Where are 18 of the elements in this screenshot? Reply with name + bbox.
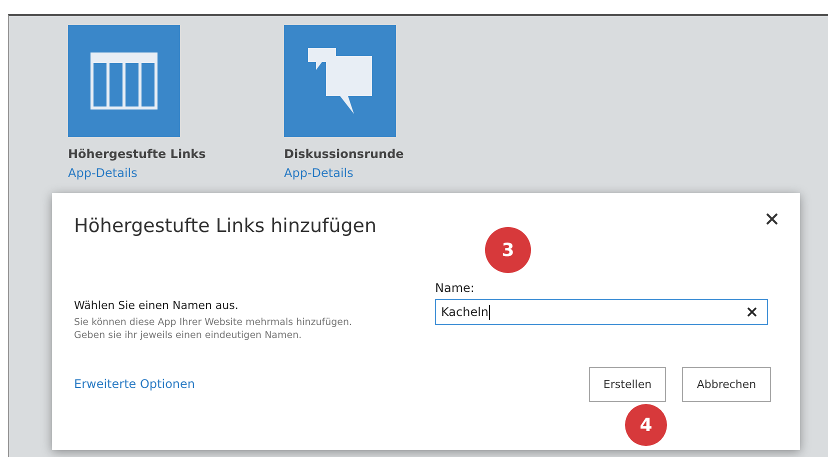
app-tile[interactable] — [284, 25, 396, 137]
speech-bubbles-icon — [306, 46, 374, 116]
name-field[interactable]: Kacheln — [435, 299, 768, 325]
callout-number: 3 — [485, 227, 531, 273]
callout-number: 4 — [625, 404, 667, 446]
clear-icon[interactable] — [747, 307, 757, 317]
dialog-title: Höhergestufte Links hinzufügen — [74, 215, 377, 237]
dialog-button[interactable]: Erstellen — [589, 366, 666, 402]
dialog-button[interactable]: Abbrechen — [682, 366, 771, 402]
instruction-heading: Wählen Sie einen Namen aus. — [74, 299, 240, 312]
close-icon[interactable] — [766, 213, 778, 225]
app-title: Diskussionsrunde — [284, 147, 405, 161]
instruction-text: Sie können diese App Ihrer Website mehrmals hinzufügen. Geben sie ihr jeweils einen eindeutigen Namen. — [74, 316, 354, 343]
advanced-options-link[interactable]: Erweiterte Optionen — [74, 377, 196, 392]
app-title: Höhergestufte Links — [68, 147, 207, 161]
table-icon — [90, 52, 158, 110]
app-tile[interactable] — [68, 25, 180, 137]
field-label: Name: — [435, 281, 476, 295]
